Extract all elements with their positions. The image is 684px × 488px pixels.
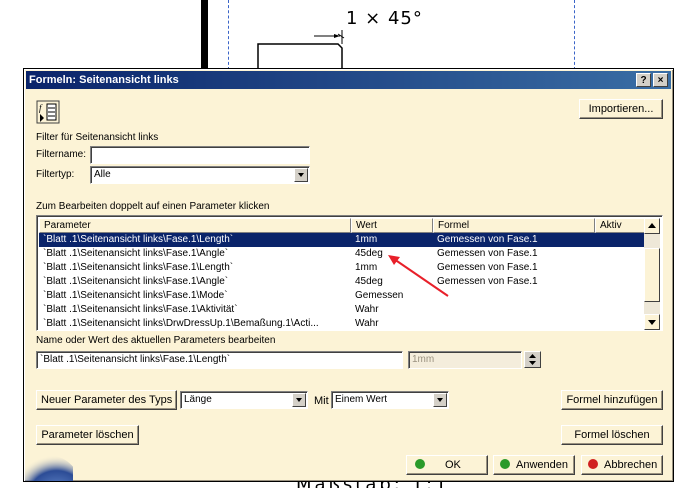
table-row[interactable]: `Blatt .1\Seitenansicht links\Fase.1\Len… bbox=[39, 233, 646, 247]
parameter-name-input[interactable]: `Blatt .1\Seitenansicht links\Fase.1\Len… bbox=[36, 351, 403, 369]
scroll-down-button[interactable] bbox=[644, 314, 660, 330]
spinner-arrows-icon bbox=[529, 354, 536, 365]
cad-centerline-right bbox=[574, 0, 575, 70]
help-button[interactable]: ? bbox=[636, 73, 651, 87]
globe-logo-icon bbox=[25, 455, 73, 481]
column-header-formel[interactable]: Formel bbox=[433, 218, 595, 233]
arrow-down-icon bbox=[648, 320, 656, 325]
filtername-input[interactable] bbox=[90, 146, 310, 164]
formulas-dialog: Formeln: Seitenansicht links ? × f Impor… bbox=[23, 68, 674, 482]
chevron-down-icon[interactable] bbox=[294, 168, 308, 182]
chevron-down-icon[interactable] bbox=[433, 393, 447, 407]
mit-select[interactable]: Einem Wert bbox=[331, 391, 449, 409]
cad-border-line bbox=[201, 0, 208, 70]
table-row[interactable]: `Blatt .1\Seitenansicht links\Fase.1\Akt… bbox=[39, 303, 646, 317]
cancel-icon bbox=[588, 459, 598, 469]
dialog-title-bar: Formeln: Seitenansicht links ? × bbox=[26, 71, 671, 89]
table-scrollbar[interactable] bbox=[644, 218, 660, 330]
new-parameter-button[interactable]: Neuer Parameter des Typs bbox=[36, 390, 177, 410]
table-row[interactable]: `Blatt .1\Seitenansicht links\Fase.1\Ang… bbox=[39, 275, 646, 289]
dialog-title: Formeln: Seitenansicht links bbox=[29, 74, 179, 86]
column-header-aktiv[interactable]: Aktiv bbox=[595, 218, 646, 233]
chevron-down-icon[interactable] bbox=[292, 393, 306, 407]
add-formula-button[interactable]: Formel hinzufügen bbox=[561, 390, 663, 410]
filter-heading: Filter für Seitenansicht links bbox=[36, 132, 159, 143]
value-spinner[interactable] bbox=[524, 351, 541, 368]
cancel-button[interactable]: Abbrechen bbox=[581, 455, 663, 475]
scrollbar-thumb[interactable] bbox=[644, 248, 660, 302]
arrow-up-icon bbox=[648, 223, 656, 228]
parameters-table: Parameter Wert Formel Aktiv `Blatt .1\Se… bbox=[36, 215, 663, 331]
column-header-wert[interactable]: Wert bbox=[351, 218, 433, 233]
cad-centerline-left bbox=[228, 0, 229, 70]
ok-icon bbox=[415, 459, 425, 469]
close-button[interactable]: × bbox=[653, 73, 668, 87]
apply-button[interactable]: Anwenden bbox=[493, 455, 575, 475]
parameter-type-select[interactable]: Länge bbox=[180, 391, 308, 409]
filtertyp-label: Filtertyp: bbox=[36, 169, 75, 180]
chamfer-dimension-text: 1 × 45° bbox=[346, 8, 423, 29]
delete-formula-button[interactable]: Formel löschen bbox=[561, 425, 663, 445]
mit-label: Mit bbox=[314, 395, 329, 407]
scroll-up-button[interactable] bbox=[644, 218, 660, 234]
annotation-arrow-icon bbox=[388, 255, 449, 297]
ok-button[interactable]: OK bbox=[406, 455, 488, 475]
table-row[interactable]: `Blatt .1\Seitenansicht links\Fase.1\Mod… bbox=[39, 289, 646, 303]
table-row[interactable]: `Blatt .1\Seitenansicht links\Fase.1\Len… bbox=[39, 261, 646, 275]
edit-parameter-label: Name oder Wert des aktuellen Parameters … bbox=[36, 335, 276, 346]
column-header-parameter[interactable]: Parameter bbox=[39, 218, 351, 233]
filtername-label: Filtername: bbox=[36, 149, 87, 160]
parameter-value-input[interactable]: 1mm bbox=[408, 351, 522, 369]
filtertyp-select[interactable]: Alle bbox=[90, 166, 310, 184]
formula-filter-icon[interactable]: f bbox=[36, 100, 60, 124]
table-hint: Zum Bearbeiten doppelt auf einen Paramet… bbox=[36, 201, 270, 212]
apply-icon bbox=[500, 459, 510, 469]
import-button[interactable]: Importieren... bbox=[579, 99, 663, 119]
cad-part-outline bbox=[257, 30, 345, 70]
table-row[interactable]: `Blatt .1\Seitenansicht links\Fase.1\Ang… bbox=[39, 247, 646, 261]
table-row[interactable]: `Blatt .1\Seitenansicht links\DrwDressUp… bbox=[39, 317, 646, 330]
